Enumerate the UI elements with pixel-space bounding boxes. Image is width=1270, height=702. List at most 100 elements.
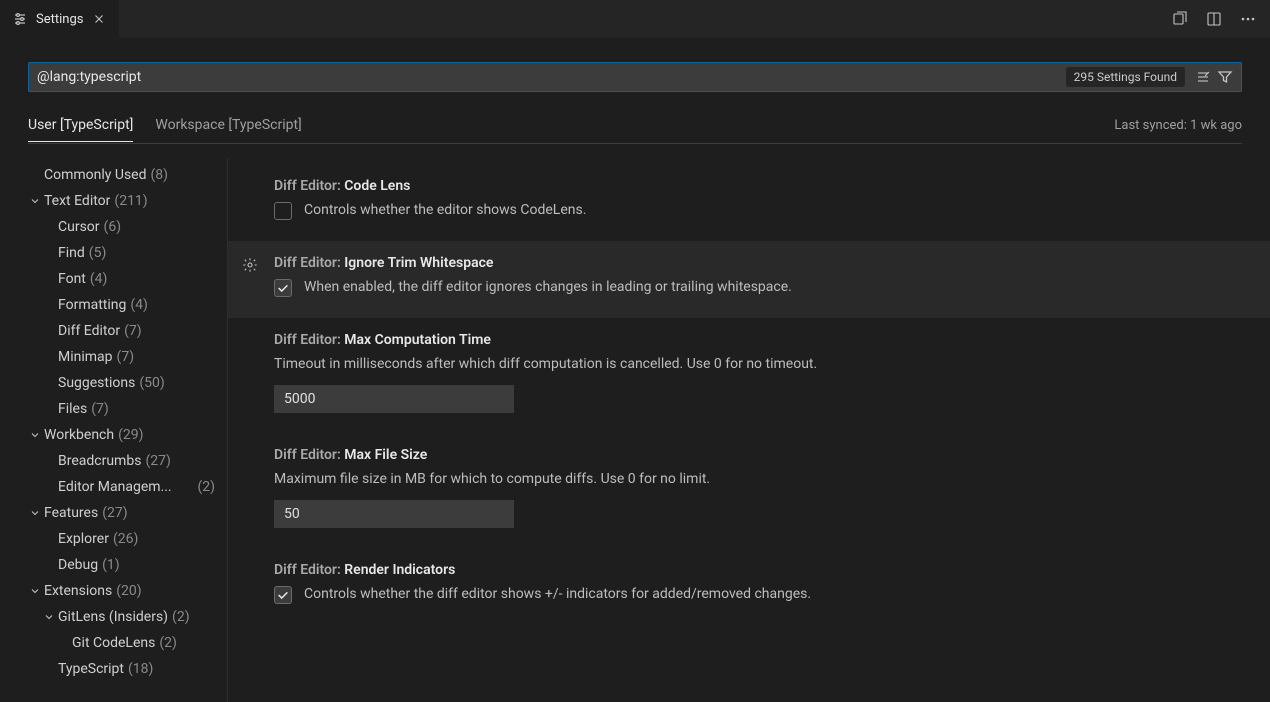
setting-title-prefix: Diff Editor:	[274, 255, 344, 271]
tree-item-label: Find	[58, 245, 85, 261]
tree-item[interactable]: Breadcrumbs(27)	[0, 448, 227, 474]
setting-title-name: Code Lens	[344, 178, 410, 194]
setting-item: Diff Editor: Code Lens Controls whether t…	[228, 164, 1270, 241]
tree-item-count: (18)	[128, 661, 153, 677]
tree-item-count: (2)	[172, 609, 190, 625]
tree-item[interactable]: Features(27)	[0, 500, 227, 526]
tree-item-count: (26)	[113, 531, 138, 547]
setting-checkbox[interactable]	[274, 586, 292, 604]
titlebar-actions	[1172, 0, 1270, 38]
tree-item[interactable]: Minimap(7)	[0, 344, 227, 370]
chevron-down-icon[interactable]	[28, 195, 42, 207]
setting-title-prefix: Diff Editor:	[274, 178, 344, 194]
setting-title: Diff Editor: Code Lens	[274, 178, 1246, 194]
split-editor-icon[interactable]	[1206, 11, 1222, 27]
tree-item-label: Suggestions	[58, 375, 135, 391]
settings-scope-tabs: User [TypeScript] Workspace [TypeScript]…	[28, 114, 1242, 144]
tree-item-label: Files	[58, 401, 87, 417]
settings-list: Diff Editor: Code Lens Controls whether t…	[228, 158, 1270, 702]
tree-item-label: Formatting	[58, 297, 126, 313]
scope-tab-user[interactable]: User [TypeScript]	[28, 117, 133, 142]
tree-item[interactable]: Explorer(26)	[0, 526, 227, 552]
tree-item-label: Minimap	[58, 349, 113, 365]
tree-item[interactable]: Files(7)	[0, 396, 227, 422]
tree-item-count: (27)	[145, 453, 170, 469]
tree-item-count: (4)	[130, 297, 148, 313]
setting-item: Diff Editor: Render Indicators Controls w…	[228, 548, 1270, 625]
tree-item[interactable]: Cursor(6)	[0, 214, 227, 240]
tree-item-count: (5)	[89, 245, 107, 261]
setting-description: Timeout in milliseconds after which diff…	[274, 354, 1246, 375]
tree-item-label: Debug	[58, 557, 98, 573]
titlebar: Settings	[0, 0, 1270, 38]
close-icon[interactable]	[91, 12, 107, 26]
tree-item-label: Text Editor	[44, 193, 110, 209]
tree-item-label: Font	[58, 271, 86, 287]
setting-item: Diff Editor: Ignore Trim Whitespace When …	[228, 241, 1270, 318]
tree-item-count: (8)	[151, 167, 169, 183]
setting-checkbox[interactable]	[274, 202, 292, 220]
setting-title-prefix: Diff Editor:	[274, 562, 344, 578]
settings-body: Commonly Used(8)Text Editor(211)Cursor(6…	[0, 158, 1270, 702]
sync-status: Last synced: 1 wk ago	[1114, 118, 1242, 139]
tree-item-label: GitLens (Insiders)	[58, 609, 168, 625]
settings-search-input[interactable]	[37, 69, 1066, 85]
tree-item-count: (2)	[197, 479, 215, 495]
tree-item[interactable]: Workbench(29)	[0, 422, 227, 448]
setting-title: Diff Editor: Ignore Trim Whitespace	[274, 255, 1246, 271]
tree-item[interactable]: Editor Managem... (2)	[0, 474, 227, 500]
chevron-down-icon[interactable]	[28, 585, 42, 597]
tree-item[interactable]: Git CodeLens(2)	[0, 630, 227, 656]
more-actions-icon[interactable]	[1240, 11, 1256, 27]
setting-checkbox-row: When enabled, the diff editor ignores ch…	[274, 277, 1246, 298]
tree-item[interactable]: Commonly Used(8)	[0, 162, 227, 188]
chevron-down-icon[interactable]	[28, 429, 42, 441]
setting-number-input[interactable]	[274, 500, 514, 528]
tree-item[interactable]: Debug(1)	[0, 552, 227, 578]
tree-item[interactable]: Text Editor(211)	[0, 188, 227, 214]
setting-title-name: Max File Size	[344, 447, 427, 463]
tree-item[interactable]: Extensions(20)	[0, 578, 227, 604]
gear-icon[interactable]	[240, 255, 260, 275]
filter-icon[interactable]	[1215, 67, 1235, 87]
tree-item-count: (2)	[159, 635, 177, 651]
tree-item-count: (27)	[102, 505, 127, 521]
setting-description: Maximum file size in MB for which to com…	[274, 469, 1246, 490]
tree-item-count: (50)	[139, 375, 164, 391]
setting-title-name: Max Computation Time	[344, 332, 491, 348]
tab-title: Settings	[36, 12, 83, 27]
setting-title-name: Ignore Trim Whitespace	[344, 255, 493, 271]
open-settings-json-icon[interactable]	[1172, 11, 1188, 27]
tree-item-label: Git CodeLens	[72, 635, 155, 651]
tree-item-label: Extensions	[44, 583, 112, 599]
setting-checkbox-row: Controls whether the editor shows CodeLe…	[274, 200, 1246, 221]
tab-settings[interactable]: Settings	[0, 0, 119, 38]
tree-item-label: Explorer	[58, 531, 109, 547]
chevron-down-icon[interactable]	[42, 611, 56, 623]
clear-search-icon[interactable]	[1193, 67, 1213, 87]
setting-checkbox-row: Controls whether the diff editor shows +…	[274, 584, 1246, 605]
tree-item[interactable]: Formatting(4)	[0, 292, 227, 318]
settings-search-container: 295 Settings Found	[28, 62, 1242, 92]
tree-item-count: (20)	[116, 583, 141, 599]
tree-item[interactable]: Find(5)	[0, 240, 227, 266]
tree-item[interactable]: Suggestions(50)	[0, 370, 227, 396]
tree-item-label: Workbench	[44, 427, 114, 443]
tree-item-label: Editor Managem...	[58, 479, 172, 495]
setting-item: Diff Editor: Max Computation Time Timeout…	[228, 318, 1270, 433]
tree-item[interactable]: TypeScript(18)	[0, 656, 227, 682]
setting-title: Diff Editor: Render Indicators	[274, 562, 1246, 578]
setting-checkbox[interactable]	[274, 279, 292, 297]
setting-description: Controls whether the diff editor shows +…	[304, 584, 811, 605]
scope-tab-workspace[interactable]: Workspace [TypeScript]	[155, 117, 301, 141]
setting-number-input[interactable]	[274, 385, 514, 413]
tree-item[interactable]: Diff Editor(7)	[0, 318, 227, 344]
tree-item[interactable]: GitLens (Insiders)(2)	[0, 604, 227, 630]
tree-item-count: (7)	[91, 401, 109, 417]
tree-item-label: Cursor	[58, 219, 100, 235]
tree-item-count: (7)	[124, 323, 142, 339]
setting-title-prefix: Diff Editor:	[274, 332, 344, 348]
chevron-down-icon[interactable]	[28, 507, 42, 519]
tree-item-label: TypeScript	[58, 661, 124, 677]
tree-item[interactable]: Font(4)	[0, 266, 227, 292]
